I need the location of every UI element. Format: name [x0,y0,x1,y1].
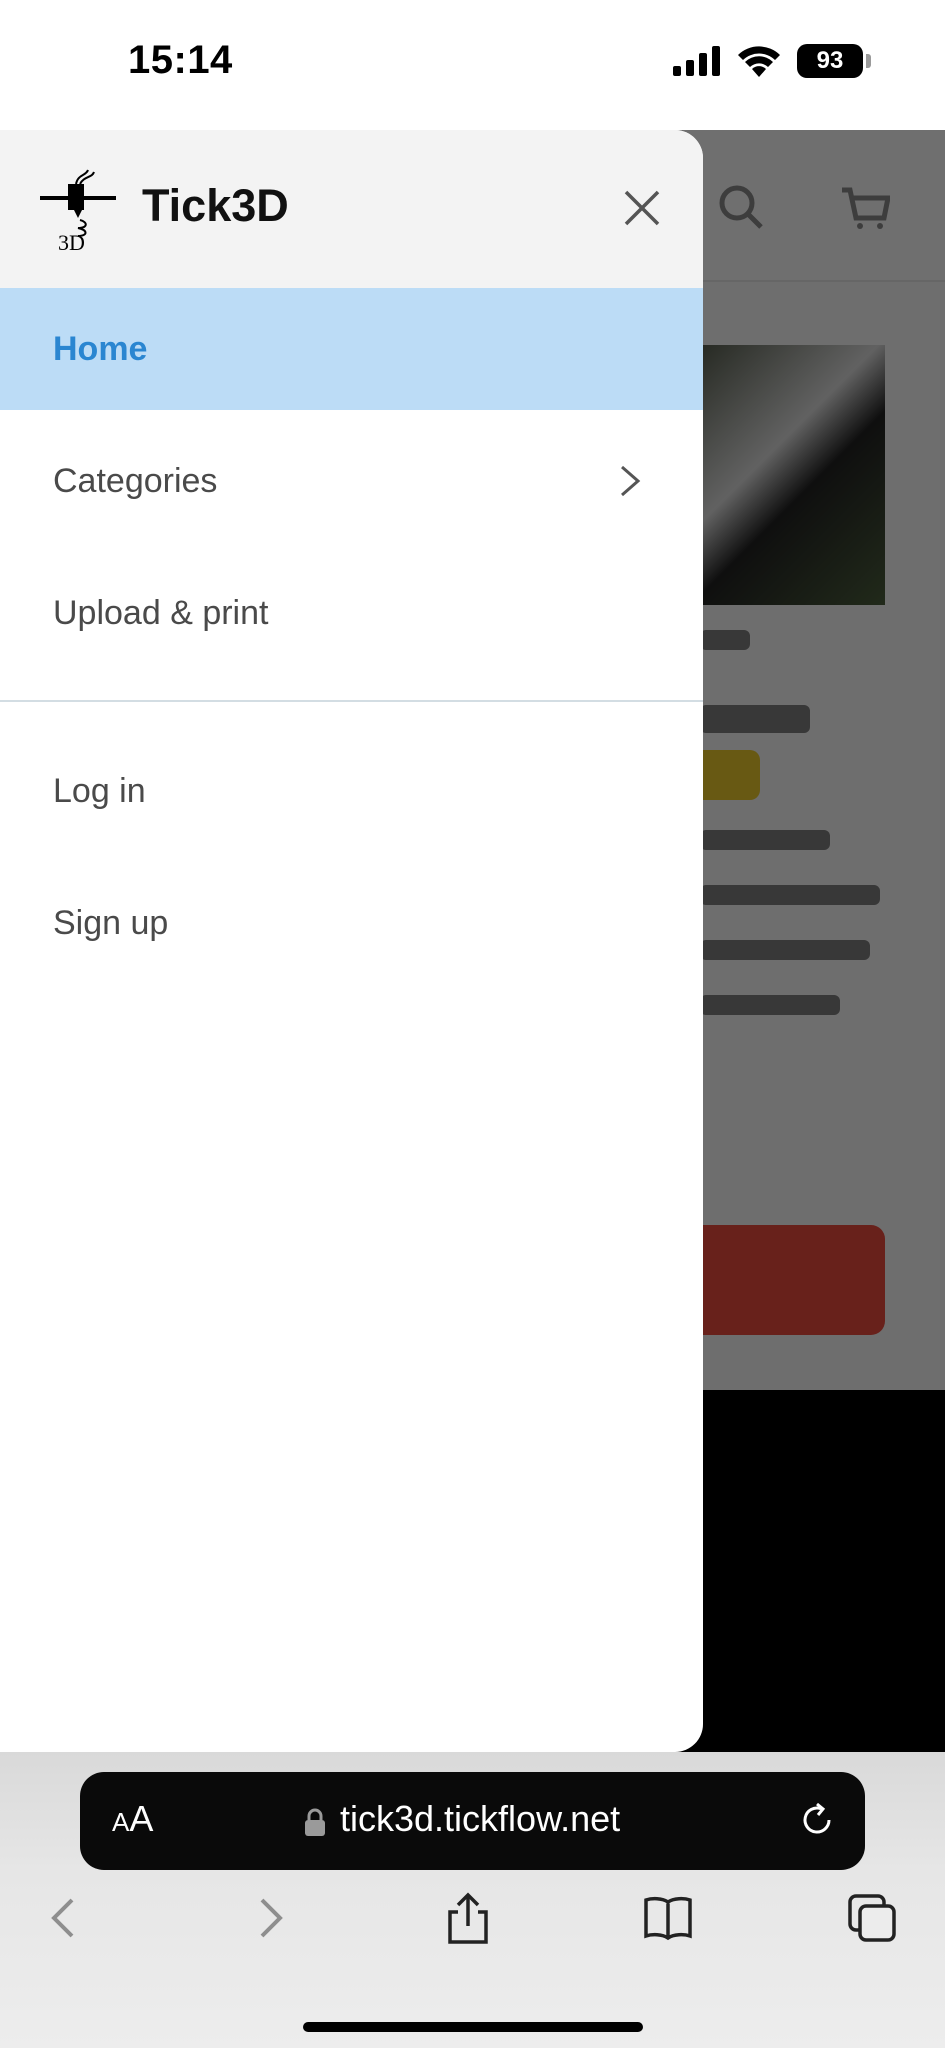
tick3d-logo-icon: 3D [40,169,116,252]
address-bar[interactable]: AA tick3d.tickflow.net [80,1772,865,1870]
tabs-icon[interactable] [846,1892,898,1944]
browser-bottom-bar: AA tick3d.tickflow.net [0,1752,945,2048]
menu-item-label: Sign up [53,903,169,942]
close-icon[interactable] [618,184,666,232]
drawer-header: 3D Tick3D [0,130,703,288]
menu-item-upload-print[interactable]: Upload & print [0,552,703,674]
text-size-button[interactable]: AA [112,1798,153,1840]
home-indicator[interactable] [303,2022,643,2032]
share-icon[interactable] [442,1892,494,1944]
signal-icon [673,46,720,76]
url-text[interactable]: tick3d.tickflow.net [340,1798,620,1840]
menu-divider [0,700,703,702]
brand-name[interactable]: Tick3D [142,180,289,232]
wifi-icon [738,46,780,77]
status-bar: 15:14 93 [0,0,945,130]
bookmarks-icon[interactable] [642,1892,694,1944]
menu-item-log-in[interactable]: Log in [0,730,703,852]
battery-level: 93 [816,47,844,74]
forward-icon[interactable] [244,1892,296,1944]
logo-text: 3D [58,230,85,252]
chevron-right-icon [621,465,641,497]
status-icons: 93 [673,44,871,78]
navigation-drawer: 3D Tick3D Home Categories Upload & print… [0,130,703,1752]
menu-item-sign-up[interactable]: Sign up [0,862,703,984]
menu-item-label: Upload & print [53,593,269,632]
menu-item-label: Log in [53,771,146,810]
battery-indicator: 93 [797,44,871,78]
back-icon[interactable] [38,1892,90,1944]
lock-icon [305,1808,325,1836]
menu-item-label: Home [53,329,148,368]
reload-icon[interactable] [797,1800,837,1840]
menu-item-home[interactable]: Home [0,288,703,410]
menu-item-label: Categories [53,461,218,500]
menu-item-categories[interactable]: Categories [0,420,703,542]
status-time: 15:14 [128,38,233,82]
